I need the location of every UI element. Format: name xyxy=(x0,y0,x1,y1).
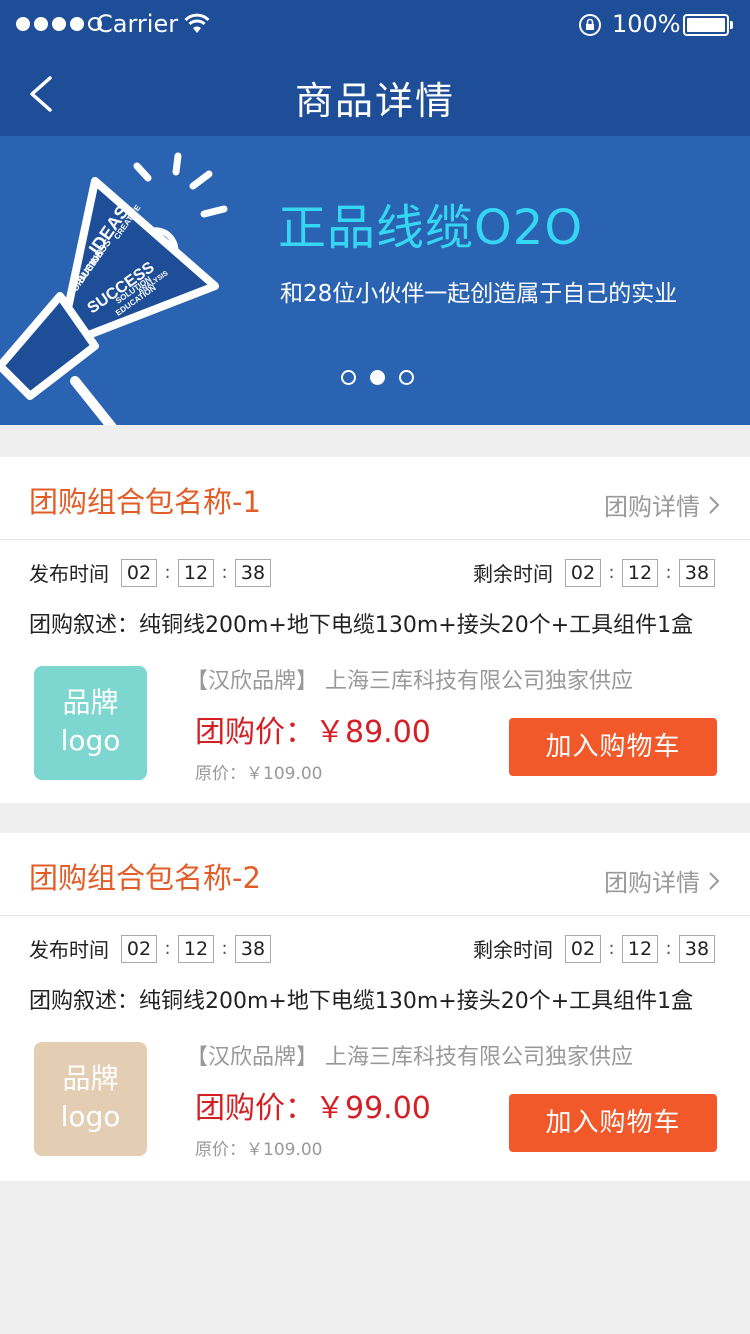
publish-time-label: 发布时间 xyxy=(29,562,109,586)
publish-time-label: 发布时间 xyxy=(29,938,109,962)
nav-bar: 商品详情 xyxy=(0,52,750,136)
promo-banner[interactable]: IDEAS CREATIVE BUSINESS INFORMATION SUCC… xyxy=(0,136,750,425)
brand-supplier: 【汉欣品牌】 上海三库科技有限公司独家供应 xyxy=(186,669,633,694)
logo-text: logo xyxy=(60,1100,121,1133)
signal-strength-icon xyxy=(16,17,102,31)
wifi-icon xyxy=(183,13,211,41)
time-row: 发布时间 02 : 12 : 38 剩余时间 02 : 12 : 38 xyxy=(0,934,750,966)
card-title: 团购组合包名称-1 xyxy=(29,485,261,519)
logo-text: 品牌 xyxy=(62,1062,119,1095)
group-buy-card: 团购组合包名称-1 团购详情 发布时间 02 : 12 : 38 剩余时间 02… xyxy=(0,457,750,803)
group-buy-detail-link[interactable]: 团购详情 xyxy=(604,487,720,522)
card-header: 团购组合包名称-1 团购详情 xyxy=(0,457,750,540)
publish-hours: 02 xyxy=(121,558,157,587)
page-dot-active[interactable] xyxy=(370,370,385,385)
remaining-minutes: 12 xyxy=(622,934,658,963)
battery-percentage: 100% xyxy=(612,10,681,38)
card-title: 团购组合包名称-2 xyxy=(29,861,261,895)
original-price: 原价：￥109.00 xyxy=(195,764,323,784)
chevron-right-icon xyxy=(709,495,720,514)
banner-subtitle: 和28位小伙伴一起创造属于自己的实业 xyxy=(280,281,678,307)
page-dot[interactable] xyxy=(341,370,356,385)
detail-link-label: 团购详情 xyxy=(604,869,700,897)
megaphone-icon: IDEAS CREATIVE BUSINESS INFORMATION SUCC… xyxy=(0,152,228,425)
remaining-seconds: 38 xyxy=(679,934,715,963)
publish-time: 发布时间 02 : 12 : 38 xyxy=(29,558,271,587)
battery-tip xyxy=(730,21,733,29)
battery-icon xyxy=(683,14,729,36)
group-buy-description: 团购叙述：纯铜线200m+地下电缆130m+接头20个+工具组件1盒 xyxy=(29,613,694,638)
brand-supplier: 【汉欣品牌】 上海三库科技有限公司独家供应 xyxy=(186,1045,633,1070)
banner-page-indicator[interactable] xyxy=(341,370,414,385)
page-dot[interactable] xyxy=(399,370,414,385)
remaining-hours: 02 xyxy=(565,558,601,587)
publish-hours: 02 xyxy=(121,934,157,963)
add-to-cart-button[interactable]: 加入购物车 xyxy=(509,1094,717,1152)
page-title: 商品详情 xyxy=(294,79,455,123)
remaining-time: 剩余时间 02 : 12 : 38 xyxy=(473,558,715,587)
rotation-lock-icon xyxy=(578,13,602,43)
publish-time: 发布时间 02 : 12 : 38 xyxy=(29,934,271,963)
remaining-hours: 02 xyxy=(565,934,601,963)
group-buy-card: 团购组合包名称-2 团购详情 发布时间 02 : 12 : 38 剩余时间 02… xyxy=(0,833,750,1181)
status-bar: Carrier 100% xyxy=(0,0,750,52)
publish-seconds: 38 xyxy=(235,934,271,963)
publish-minutes: 12 xyxy=(178,934,214,963)
banner-title: 正品线缆O2O xyxy=(278,200,584,256)
remaining-time-label: 剩余时间 xyxy=(473,938,553,962)
publish-minutes: 12 xyxy=(178,558,214,587)
remaining-time: 剩余时间 02 : 12 : 38 xyxy=(473,934,715,963)
carrier-label: Carrier xyxy=(96,10,179,38)
logo-text: 品牌 xyxy=(62,686,119,719)
detail-link-label: 团购详情 xyxy=(604,493,700,521)
remaining-seconds: 38 xyxy=(679,558,715,587)
group-buy-detail-link[interactable]: 团购详情 xyxy=(604,863,720,898)
group-buy-price: 团购价：￥99.00 xyxy=(195,1091,431,1126)
card-header: 团购组合包名称-2 团购详情 xyxy=(0,833,750,916)
logo-text: logo xyxy=(60,724,121,757)
chevron-right-icon xyxy=(709,871,720,890)
original-price: 原价：￥109.00 xyxy=(195,1140,323,1160)
brand-logo: 品牌 logo xyxy=(34,1042,147,1156)
group-buy-description: 团购叙述：纯铜线200m+地下电缆130m+接头20个+工具组件1盒 xyxy=(29,989,694,1014)
add-to-cart-button[interactable]: 加入购物车 xyxy=(509,718,717,776)
publish-seconds: 38 xyxy=(235,558,271,587)
brand-logo: 品牌 logo xyxy=(34,666,147,780)
remaining-minutes: 12 xyxy=(622,558,658,587)
remaining-time-label: 剩余时间 xyxy=(473,562,553,586)
time-row: 发布时间 02 : 12 : 38 剩余时间 02 : 12 : 38 xyxy=(0,558,750,590)
group-buy-price: 团购价：￥89.00 xyxy=(195,715,431,750)
